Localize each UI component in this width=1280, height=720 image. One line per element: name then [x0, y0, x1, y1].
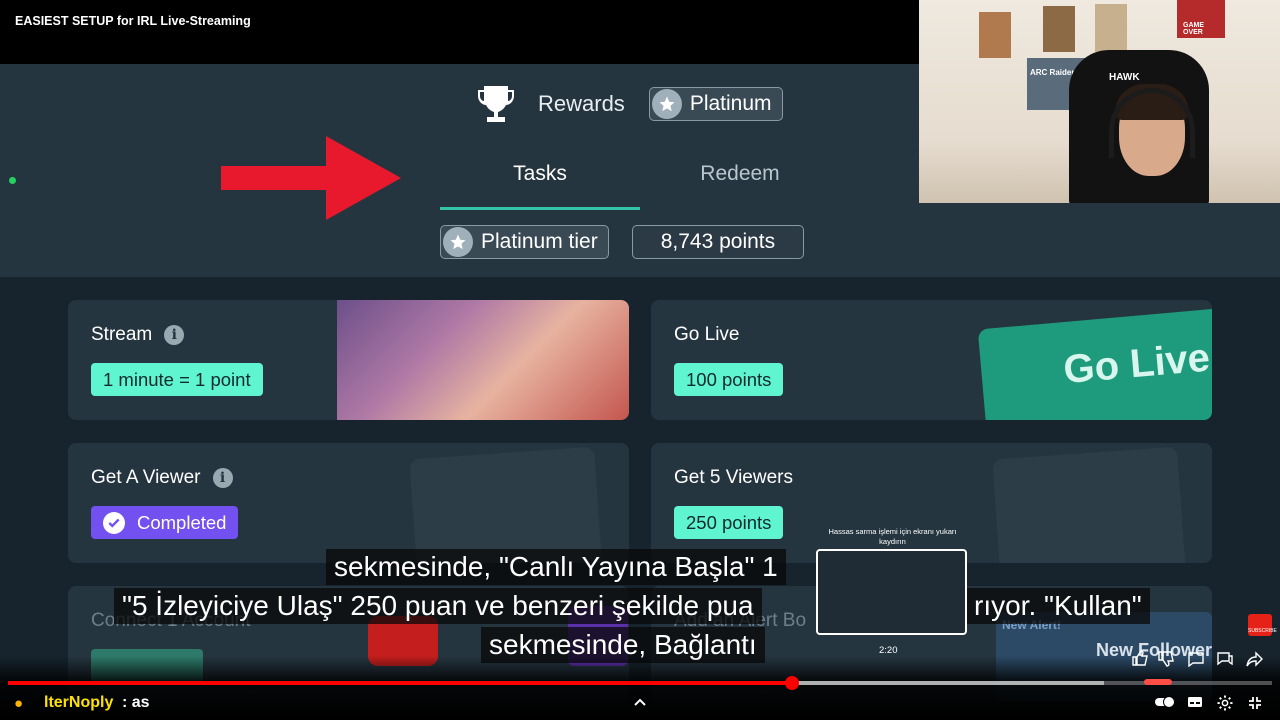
task-reward-pill: 250 points	[674, 506, 784, 539]
coin-icon: ●	[14, 695, 24, 712]
wall-poster	[1095, 4, 1127, 52]
caption-line-2: "5 İzleyiciye Ulaş" 250 puan ve benzeri …	[114, 588, 762, 624]
video-title[interactable]: EASIEST SETUP for IRL Live-Streaming	[15, 14, 251, 28]
task-reward-pill: 1 minute = 1 point	[91, 363, 263, 396]
completed-badge: Completed	[91, 506, 239, 539]
platinum-tier-badge: Platinum tier	[440, 225, 609, 259]
wall-poster	[979, 12, 1011, 58]
progress-played	[8, 681, 792, 685]
caption-line-1: sekmesinde, "Canlı Yayına Başla" 1	[326, 549, 786, 585]
autoplay-toggle-icon[interactable]	[1154, 696, 1176, 708]
completed-label: Completed	[137, 511, 227, 533]
chapter-marker	[1144, 679, 1172, 685]
info-icon[interactable]: i	[212, 467, 233, 488]
chat-message: : as	[122, 694, 150, 711]
stream-thumbnail	[337, 300, 629, 420]
task-title: Go Live	[674, 324, 740, 345]
channel-name[interactable]: lterNoply	[44, 694, 113, 712]
trophy-icon	[478, 86, 514, 122]
checkmark-icon	[103, 511, 125, 534]
exit-fullscreen-icon[interactable]	[1248, 696, 1262, 710]
progress-scrubber[interactable]	[784, 676, 799, 690]
chevron-up-icon[interactable]	[633, 697, 647, 707]
task-card-stream[interactable]: Stream i 1 minute = 1 point	[68, 300, 629, 420]
viewers-art	[992, 446, 1187, 563]
task-title: Stream	[91, 324, 153, 345]
comment-icon[interactable]	[1187, 651, 1205, 667]
task-title: Get A Viewer	[91, 467, 201, 488]
go-live-art-text: Go Live	[1061, 335, 1212, 393]
go-live-art: Go Live	[977, 306, 1212, 420]
task-card-get-a-viewer[interactable]: Get A Viewer i Completed	[68, 443, 629, 563]
task-reward-pill: 100 points	[674, 363, 784, 396]
red-arrow-annotation	[221, 136, 401, 220]
seek-preview-time: 2:20	[879, 645, 898, 656]
tab-tasks[interactable]: Tasks	[440, 162, 640, 186]
active-tab-indicator	[440, 207, 640, 210]
viewer-art	[409, 446, 604, 563]
tab-redeem[interactable]: Redeem	[640, 162, 840, 186]
captions-icon[interactable]	[1187, 696, 1203, 708]
platinum-tier-label: Platinum tier	[481, 230, 598, 253]
task-card-go-live[interactable]: Go Live Go Live 100 points	[651, 300, 1212, 420]
reward-tabs: Tasks Redeem	[440, 152, 840, 210]
webcam-overlay: ARC Raiders GAME OVER HAWK	[919, 0, 1280, 203]
poster-text: GAME OVER	[1183, 22, 1204, 36]
settings-gear-icon[interactable]	[1216, 694, 1234, 712]
rewards-label: Rewards	[538, 91, 625, 116]
wall-poster	[1043, 6, 1075, 52]
video-player[interactable]: EASIEST SETUP for IRL Live-Streaming Rew…	[0, 0, 1280, 720]
rewards-title-row: Rewards Platinum	[478, 84, 783, 124]
chat-icon[interactable]	[1216, 651, 1234, 667]
info-icon[interactable]: i	[164, 324, 185, 345]
tier-summary: Platinum tier 8,743 points	[440, 225, 805, 259]
platinum-badge: Platinum	[648, 87, 783, 121]
task-title: Get 5 Viewers	[674, 467, 793, 488]
star-icon	[443, 227, 473, 257]
caption-line-2-end: rıyor. "Kullan"	[966, 588, 1150, 624]
wall-poster: GAME OVER	[1177, 0, 1225, 38]
points-balance: 8,743 points	[631, 225, 805, 259]
video-title-bar: EASIEST SETUP for IRL Live-Streaming	[0, 0, 920, 64]
status-dot	[9, 177, 16, 184]
share-icon[interactable]	[1246, 651, 1264, 667]
chair-logo-text: HAWK	[1109, 72, 1140, 83]
platinum-label: Platinum	[689, 92, 772, 115]
like-icon[interactable]	[1131, 650, 1149, 666]
star-icon	[651, 89, 682, 119]
seek-hint: Hassas sarma işlemi için ekranı yukarı k…	[828, 527, 957, 546]
player-controls	[0, 656, 1280, 720]
seek-preview-thumbnail	[816, 549, 967, 635]
dislike-icon[interactable]	[1157, 651, 1175, 667]
subscribe-watermark[interactable]: SUBSCRIBE	[1248, 614, 1277, 636]
